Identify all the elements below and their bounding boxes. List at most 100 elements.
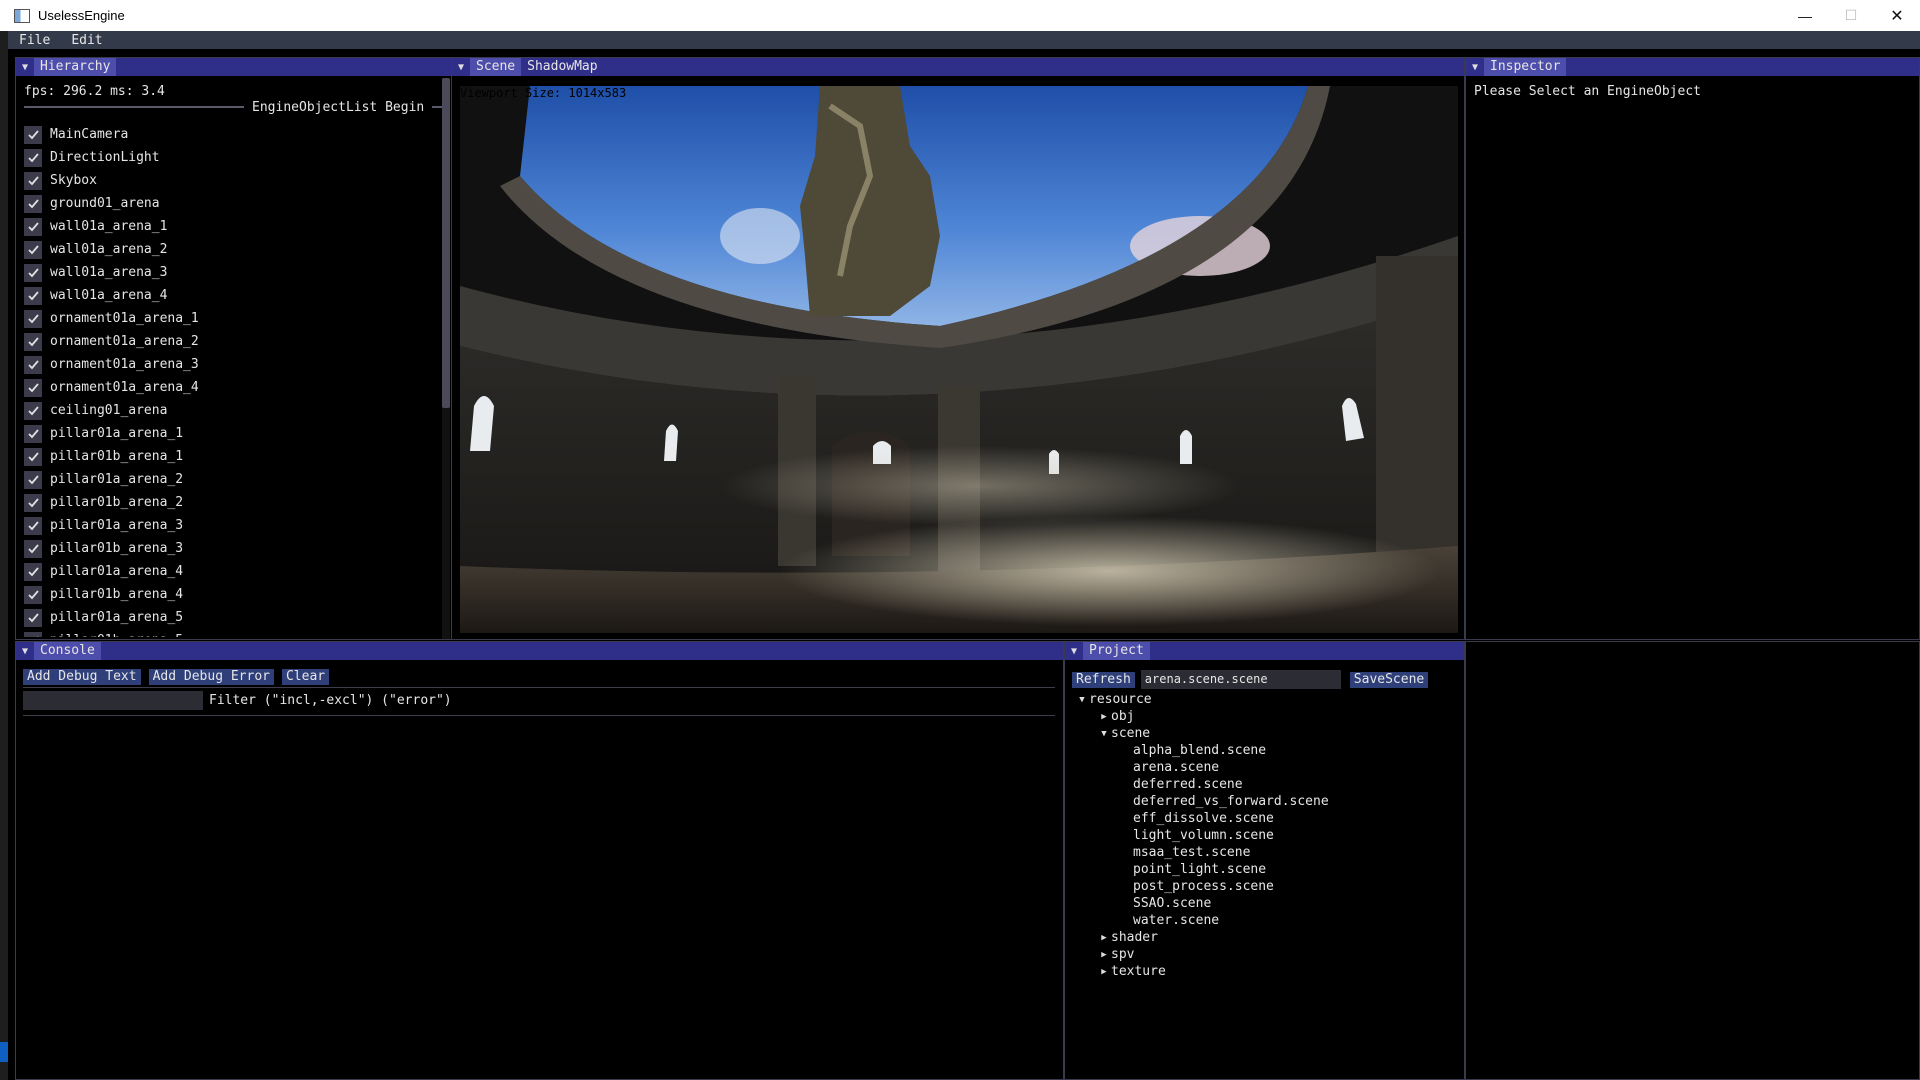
tree-file[interactable]: alpha_blend.scene [1075, 742, 1329, 759]
scene-viewport[interactable] [460, 86, 1458, 633]
hierarchy-item[interactable]: wall01a_arena_4 [24, 284, 434, 307]
hierarchy-item[interactable]: pillar01a_arena_1 [24, 422, 434, 445]
tree-file[interactable]: SSAO.scene [1075, 895, 1329, 912]
check-icon [27, 222, 39, 232]
tree-folder-texture[interactable]: ▶ texture [1075, 963, 1329, 980]
tree-file[interactable]: deferred_vs_forward.scene [1075, 793, 1329, 810]
visibility-checkbox[interactable] [24, 447, 42, 466]
add-debug-text-button[interactable]: Add Debug Text [23, 669, 141, 685]
visibility-checkbox[interactable] [24, 516, 42, 535]
visibility-checkbox[interactable] [24, 309, 42, 328]
visibility-checkbox[interactable] [24, 263, 42, 282]
hierarchy-item[interactable]: DirectionLight [24, 146, 434, 169]
hierarchy-item[interactable]: wall01a_arena_3 [24, 261, 434, 284]
visibility-checkbox[interactable] [24, 470, 42, 489]
scrollbar-thumb[interactable] [442, 78, 450, 408]
expanded-arrow-icon[interactable]: ▼ [1075, 695, 1089, 705]
collapse-icon[interactable]: ▼ [1466, 62, 1484, 73]
hierarchy-item[interactable]: pillar01a_arena_5 [24, 606, 434, 629]
menu-edit[interactable]: Edit [60, 33, 112, 48]
visibility-checkbox[interactable] [24, 125, 42, 144]
hierarchy-item[interactable]: ceiling01_arena [24, 399, 434, 422]
visibility-checkbox[interactable] [24, 378, 42, 397]
hierarchy-item[interactable]: ornament01a_arena_3 [24, 353, 434, 376]
hierarchy-item[interactable]: pillar01a_arena_4 [24, 560, 434, 583]
hierarchy-scrollbar[interactable] [442, 78, 450, 639]
tree-file[interactable]: point_light.scene [1075, 861, 1329, 878]
hierarchy-item[interactable]: pillar01b_arena_5 [24, 629, 434, 637]
minimize-icon[interactable]: — [1782, 0, 1828, 31]
hierarchy-item[interactable]: pillar01a_arena_2 [24, 468, 434, 491]
hierarchy-item[interactable]: pillar01b_arena_3 [24, 537, 434, 560]
visibility-checkbox[interactable] [24, 194, 42, 213]
filter-input[interactable] [23, 691, 203, 710]
visibility-checkbox[interactable] [24, 424, 42, 443]
tree-file[interactable]: msaa_test.scene [1075, 844, 1329, 861]
close-icon[interactable]: ✕ [1874, 0, 1920, 31]
scene-path-input[interactable]: arena.scene.scene [1140, 670, 1341, 689]
visibility-checkbox[interactable] [24, 171, 42, 190]
tab-project[interactable]: Project [1083, 642, 1150, 660]
tree-file[interactable]: post_process.scene [1075, 878, 1329, 895]
maximize-icon[interactable]: ☐ [1828, 0, 1874, 31]
hierarchy-item-label: ornament01a_arena_4 [50, 380, 199, 395]
hierarchy-item[interactable]: pillar01a_arena_3 [24, 514, 434, 537]
hierarchy-item[interactable]: ornament01a_arena_2 [24, 330, 434, 353]
clear-button[interactable]: Clear [281, 669, 330, 685]
hierarchy-item[interactable]: wall01a_arena_2 [24, 238, 434, 261]
tree-file[interactable]: water.scene [1075, 912, 1329, 929]
hierarchy-item[interactable]: ornament01a_arena_1 [24, 307, 434, 330]
visibility-checkbox[interactable] [24, 240, 42, 259]
expanded-arrow-icon[interactable]: ▼ [1097, 729, 1111, 739]
collapsed-arrow-icon[interactable]: ▶ [1097, 712, 1111, 722]
tree-folder-resource[interactable]: ▼ resource [1075, 691, 1329, 708]
save-scene-button[interactable]: SaveScene [1349, 671, 1429, 688]
collapsed-arrow-icon[interactable]: ▶ [1097, 933, 1111, 943]
tab-inspector[interactable]: Inspector [1484, 58, 1567, 76]
tab-hierarchy[interactable]: Hierarchy [34, 58, 117, 76]
menu-file[interactable]: File [8, 33, 60, 48]
hierarchy-item[interactable]: wall01a_arena_1 [24, 215, 434, 238]
window-title: UselessEngine [38, 8, 125, 23]
refresh-button[interactable]: Refresh [1072, 671, 1135, 688]
tree-file[interactable]: eff_dissolve.scene [1075, 810, 1329, 827]
hierarchy-item[interactable]: MainCamera [24, 123, 434, 146]
visibility-checkbox[interactable] [24, 585, 42, 604]
visibility-checkbox[interactable] [24, 332, 42, 351]
collapsed-arrow-icon[interactable]: ▶ [1097, 967, 1111, 977]
hierarchy-item[interactable]: ornament01a_arena_4 [24, 376, 434, 399]
visibility-checkbox[interactable] [24, 355, 42, 374]
visibility-checkbox[interactable] [24, 148, 42, 167]
hierarchy-item-label: pillar01a_arena_3 [50, 518, 184, 533]
hierarchy-item[interactable]: Skybox [24, 169, 434, 192]
tab-console[interactable]: Console [34, 642, 101, 660]
visibility-checkbox[interactable] [24, 608, 42, 627]
collapsed-arrow-icon[interactable]: ▶ [1097, 950, 1111, 960]
collapse-icon[interactable]: ▼ [16, 62, 34, 73]
hierarchy-item[interactable]: pillar01b_arena_1 [24, 445, 434, 468]
visibility-checkbox[interactable] [24, 401, 42, 420]
visibility-checkbox[interactable] [24, 286, 42, 305]
visibility-checkbox[interactable] [24, 631, 42, 637]
tree-folder-scene[interactable]: ▼ scene [1075, 725, 1329, 742]
tab-scene[interactable]: Scene [470, 58, 522, 76]
hierarchy-item[interactable]: ground01_arena [24, 192, 434, 215]
tree-file[interactable]: arena.scene [1075, 759, 1329, 776]
tree-file[interactable]: deferred.scene [1075, 776, 1329, 793]
tree-file[interactable]: light_volumn.scene [1075, 827, 1329, 844]
collapse-icon[interactable]: ▼ [1065, 646, 1083, 657]
visibility-checkbox[interactable] [24, 539, 42, 558]
visibility-checkbox[interactable] [24, 562, 42, 581]
hierarchy-item[interactable]: pillar01b_arena_2 [24, 491, 434, 514]
add-debug-error-button[interactable]: Add Debug Error [148, 669, 274, 685]
tree-folder-spv[interactable]: ▶ spv [1075, 946, 1329, 963]
hierarchy-item[interactable]: pillar01b_arena_4 [24, 583, 434, 606]
tree-folder-shader[interactable]: ▶ shader [1075, 929, 1329, 946]
visibility-checkbox[interactable] [24, 493, 42, 512]
collapse-icon[interactable]: ▼ [452, 62, 470, 73]
visibility-checkbox[interactable] [24, 217, 42, 236]
tree-folder-obj[interactable]: ▶ obj [1075, 708, 1329, 725]
tab-shadowmap[interactable]: ShadowMap [521, 58, 604, 76]
collapse-icon[interactable]: ▼ [16, 646, 34, 657]
taskbar-highlight [0, 1042, 8, 1062]
